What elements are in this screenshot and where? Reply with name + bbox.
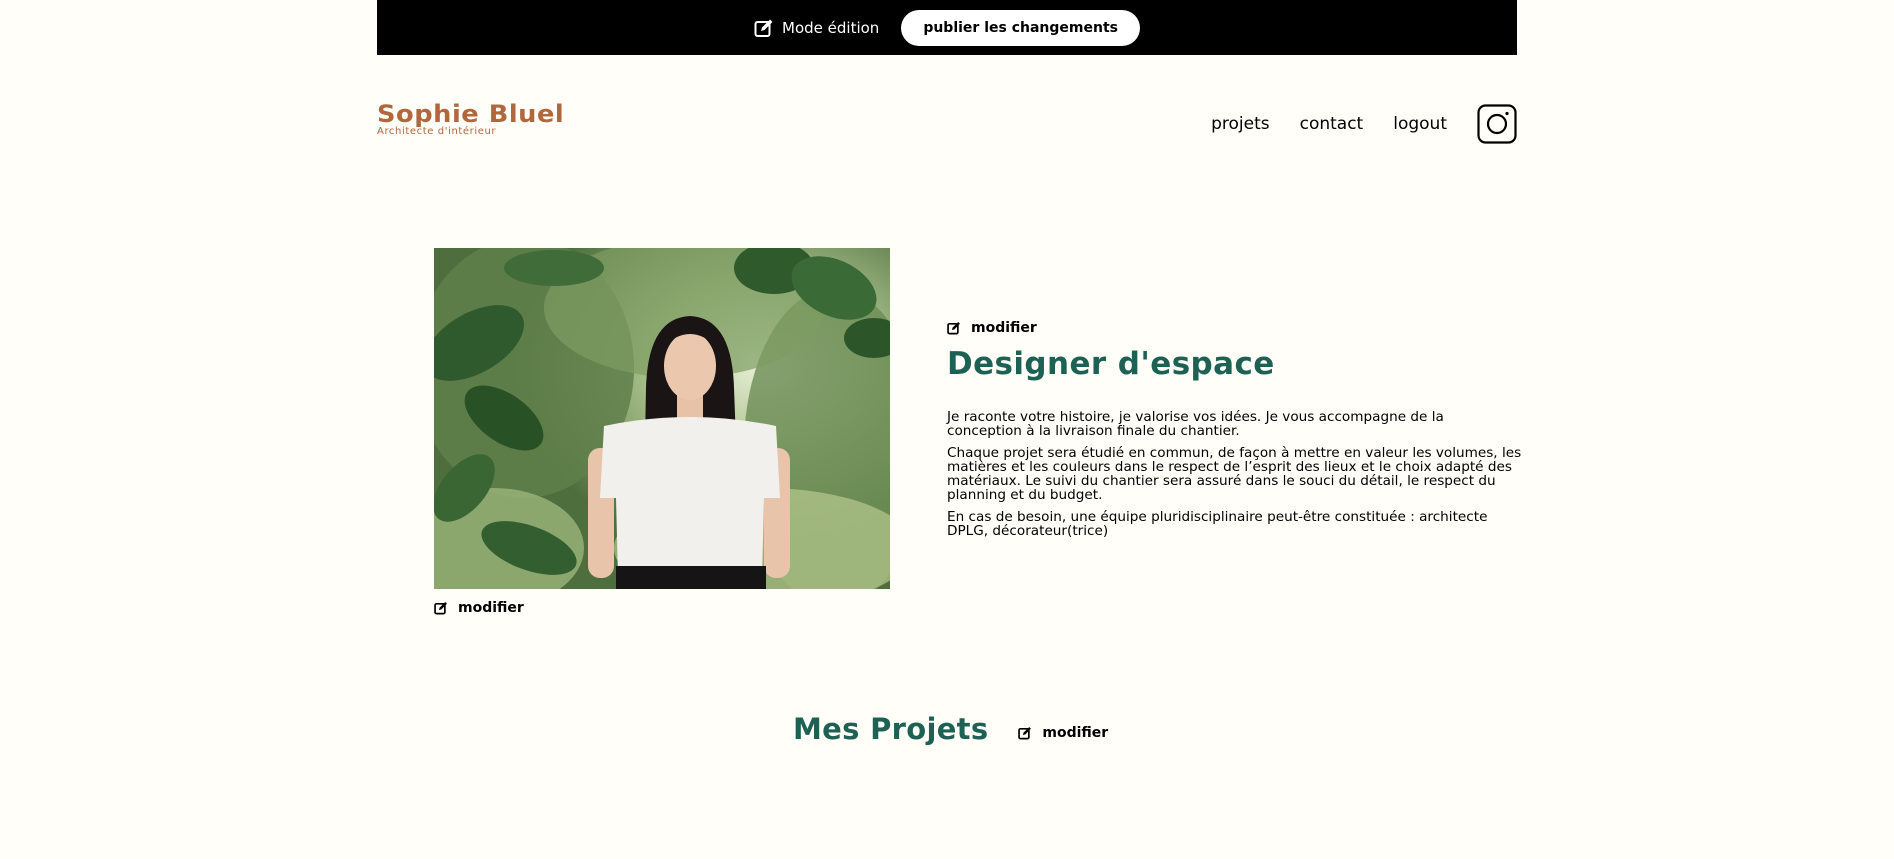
edit-mode-indicator: Mode édition xyxy=(754,18,879,38)
intro-paragraph: Chaque projet sera étudié en commun, de … xyxy=(947,445,1522,503)
edit-icon xyxy=(1018,727,1032,740)
logo-name: Sophie Bluel xyxy=(377,100,565,128)
modify-photo-label: modifier xyxy=(458,600,524,616)
modify-projects-button[interactable]: modifier xyxy=(1018,725,1108,741)
edit-mode-bar: Mode édition publier les changements xyxy=(377,0,1517,55)
intro-paragraph: En cas de besoin, une équipe pluridiscip… xyxy=(947,509,1488,539)
publish-changes-button[interactable]: publier les changements xyxy=(901,9,1140,46)
modify-projects-label: modifier xyxy=(1042,725,1109,741)
edit-icon xyxy=(754,19,773,37)
nav-projets[interactable]: projets xyxy=(1211,114,1270,134)
main-nav: projets contact logout xyxy=(1181,104,1517,144)
logo[interactable]: Sophie Bluel Architecte d'intérieur xyxy=(377,100,564,137)
nav-contact[interactable]: contact xyxy=(1300,114,1364,134)
intro-title: Designer d'espace xyxy=(947,346,1275,382)
projects-header: Mes Projets modifier xyxy=(793,712,1108,746)
edit-icon xyxy=(434,602,447,615)
intro-text: Je raconte votre histoire, je valorise v… xyxy=(947,410,1522,546)
projects-title: Mes Projets xyxy=(793,712,989,746)
intro-paragraph: Je raconte votre histoire, je valorise v… xyxy=(947,409,1444,439)
modify-intro-label: modifier xyxy=(971,320,1037,336)
portrait-photo xyxy=(434,248,890,589)
nav-logout[interactable]: logout xyxy=(1393,114,1447,134)
edit-icon xyxy=(947,322,960,335)
modify-photo-button[interactable]: modifier xyxy=(434,600,524,616)
logo-subtitle: Architecte d'intérieur xyxy=(377,126,497,137)
edit-mode-label: Mode édition xyxy=(782,18,880,37)
modify-intro-button[interactable]: modifier xyxy=(947,320,1037,336)
instagram-icon[interactable] xyxy=(1477,104,1517,144)
